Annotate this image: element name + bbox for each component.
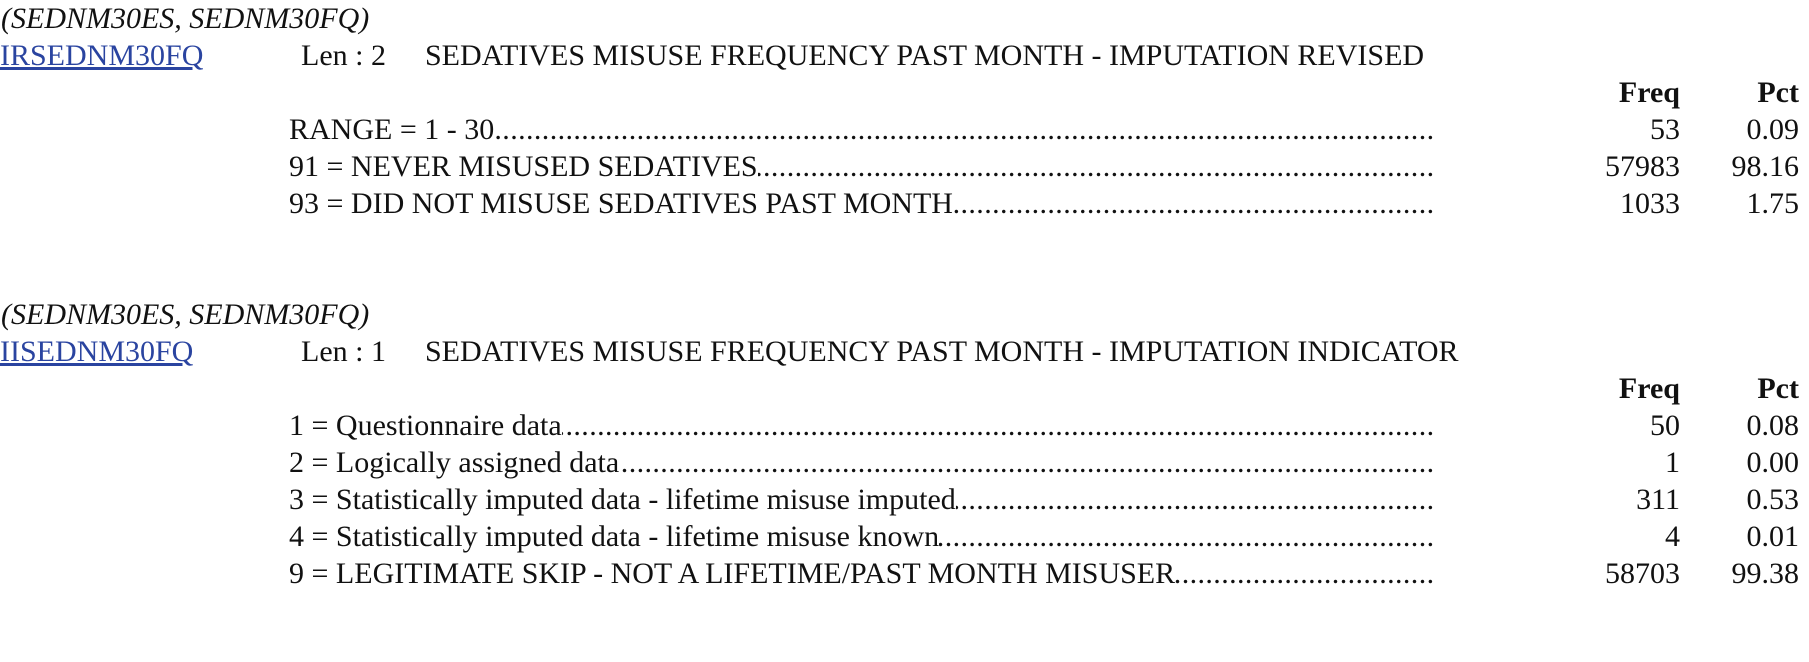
freq-value: 1033 [1620, 187, 1680, 220]
pct-value: 1.75 [1746, 187, 1800, 220]
freq-value: 1 [1665, 446, 1680, 479]
freq-value: 311 [1636, 483, 1680, 516]
value-description: 4 = Statistically imputed data - lifetim… [289, 518, 1433, 555]
value-description: RANGE = 1 - 30 [289, 111, 1433, 148]
source-variables: (SEDNM30ES, SEDNM30FQ) [1, 2, 370, 35]
pct-value: 0.08 [1746, 409, 1800, 442]
value-row: 2 = Logically assigned data 1 0.00 [0, 444, 1809, 481]
freq-value: 58703 [1605, 557, 1680, 590]
variable-name-link[interactable]: IRSEDNM30FQ [0, 37, 203, 74]
pct-value: 98.16 [1731, 150, 1800, 183]
variable-name-link[interactable]: IISEDNM30FQ [0, 333, 193, 370]
freq-value: 53 [1650, 113, 1680, 146]
column-header: Freq Pct [0, 370, 1809, 407]
pct-header: Pct [1757, 372, 1799, 405]
freq-header: Freq [1618, 372, 1680, 405]
value-row: 91 = NEVER MISUSED SEDATIVES 57983 98.16 [0, 148, 1809, 185]
variable-length: Len : 1 [301, 335, 386, 368]
value-description: 91 = NEVER MISUSED SEDATIVES [289, 148, 1433, 185]
value-description: 1 = Questionnaire data [289, 407, 1433, 444]
value-row: 93 = DID NOT MISUSE SEDATIVES PAST MONTH… [0, 185, 1809, 222]
pct-header: Pct [1757, 76, 1799, 109]
variable-header: IISEDNM30FQ Len : 1 SEDATIVES MISUSE FRE… [0, 333, 1809, 370]
pct-value: 0.00 [1746, 446, 1800, 479]
variable-length: Len : 2 [301, 39, 386, 72]
value-row: RANGE = 1 - 30 53 0.09 [0, 111, 1809, 148]
value-description: 2 = Logically assigned data [289, 444, 1433, 481]
source-variables: (SEDNM30ES, SEDNM30FQ) [1, 298, 370, 331]
variable-header: IRSEDNM30FQ Len : 2 SEDATIVES MISUSE FRE… [0, 37, 1809, 74]
value-description: 93 = DID NOT MISUSE SEDATIVES PAST MONTH [289, 185, 1433, 222]
pct-value: 0.09 [1746, 113, 1800, 146]
codebook-entry-irsednm30fq: (SEDNM30ES, SEDNM30FQ) IRSEDNM30FQ Len :… [0, 0, 1809, 222]
freq-header: Freq [1618, 76, 1680, 109]
pct-value: 0.53 [1746, 483, 1800, 516]
freq-value: 4 [1665, 520, 1680, 553]
variable-label: SEDATIVES MISUSE FREQUENCY PAST MONTH - … [425, 335, 1459, 368]
pct-value: 0.01 [1746, 520, 1800, 553]
value-row: 9 = LEGITIMATE SKIP - NOT A LIFETIME/PAS… [0, 555, 1809, 592]
pct-value: 99.38 [1731, 557, 1800, 590]
variable-label: SEDATIVES MISUSE FREQUENCY PAST MONTH - … [425, 39, 1425, 72]
value-row: 1 = Questionnaire data 50 0.08 [0, 407, 1809, 444]
column-header: Freq Pct [0, 74, 1809, 111]
codebook-entry-iisednm30fq: (SEDNM30ES, SEDNM30FQ) IISEDNM30FQ Len :… [0, 296, 1809, 592]
value-row: 3 = Statistically imputed data - lifetim… [0, 481, 1809, 518]
freq-value: 50 [1650, 409, 1680, 442]
value-row: 4 = Statistically imputed data - lifetim… [0, 518, 1809, 555]
value-description: 3 = Statistically imputed data - lifetim… [289, 481, 1433, 518]
value-description: 9 = LEGITIMATE SKIP - NOT A LIFETIME/PAS… [289, 555, 1433, 592]
freq-value: 57983 [1605, 150, 1680, 183]
